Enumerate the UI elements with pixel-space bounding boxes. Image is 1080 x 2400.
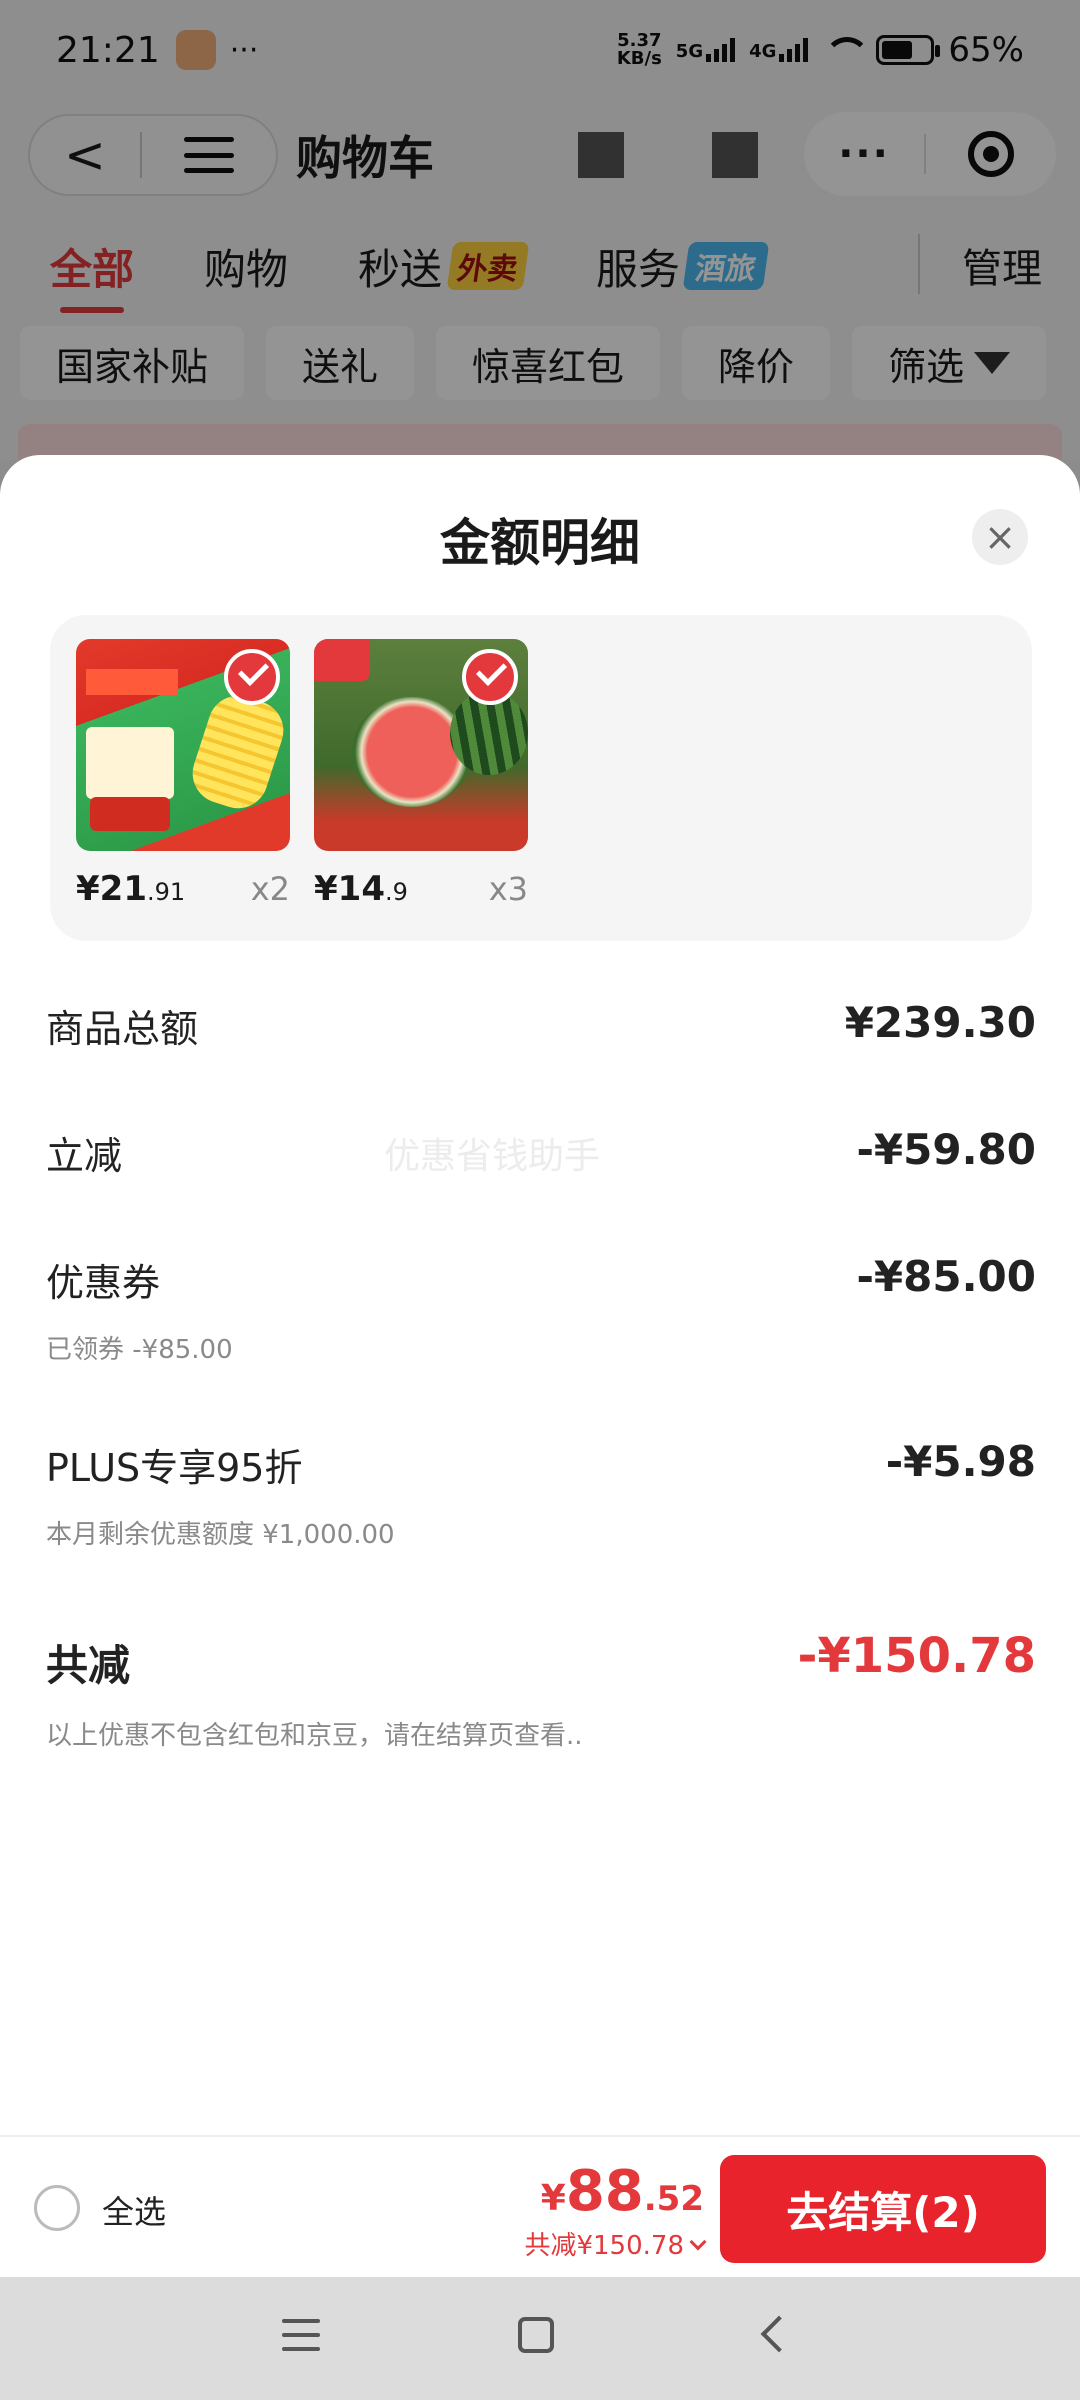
back-nav-icon[interactable] (760, 2315, 798, 2353)
goods-qty: x3 (488, 870, 528, 908)
select-all-radio[interactable] (34, 2185, 80, 2231)
goods-list: ¥21.91 x2 ¥14.9 x3 (50, 615, 1032, 941)
subtotal-row: 商品总额 ¥239.30 (46, 998, 1036, 1051)
subtotal-value: ¥239.30 (844, 998, 1036, 1047)
close-icon: × (984, 515, 1016, 559)
goods-item[interactable]: ¥14.9 x3 (314, 639, 528, 909)
total-discount-row: 共减 -¥150.78 以上优惠不包含红包和京豆，请在结算页查看.. (46, 1628, 1036, 1751)
close-button[interactable]: × (972, 509, 1028, 565)
total-sub: 以上优惠不包含红包和京豆，请在结算页查看.. (46, 1721, 583, 1751)
plus-discount-row: PLUS专享95折 -¥5.98 本月剩余优惠额度 ¥1,000.00 (46, 1437, 1036, 1550)
system-nav-bar (0, 2277, 1080, 2400)
goods-qty: x2 (250, 870, 290, 908)
watermelon-product-image (314, 639, 528, 851)
recent-apps-icon[interactable] (282, 2319, 320, 2351)
sheet-title: 金额明细 (440, 514, 640, 572)
watermark: 优惠省钱助手 (384, 1136, 601, 1177)
goods-item[interactable]: ¥21.91 x2 (76, 639, 290, 909)
chevron-down-icon (689, 2233, 707, 2251)
plus-sub: 本月剩余优惠额度 ¥1,000.00 (46, 1520, 395, 1550)
reduce-summary[interactable]: 共减¥150.78 (524, 2225, 707, 2262)
coupon-value: -¥85.00 (856, 1252, 1036, 1301)
amount-detail-sheet: 金额明细 × ¥21.91 x2 ¥14.9 x3 商品总额 ¥239.30 立… (0, 455, 1080, 2135)
total-amount: ¥88.52 (540, 2159, 704, 2224)
coupon-sub: 已领券 -¥85.00 (46, 1335, 233, 1365)
home-icon[interactable] (518, 2317, 554, 2353)
coupon-row: 优惠券 -¥85.00 已领券 -¥85.00 (46, 1252, 1036, 1365)
check-icon[interactable] (224, 649, 280, 705)
total-discount-value: -¥150.78 (797, 1628, 1036, 1684)
check-icon[interactable] (462, 649, 518, 705)
select-all-label[interactable]: 全选 (102, 2187, 166, 2233)
corn-product-image (76, 639, 290, 851)
checkout-bar: 全选 ¥88.52 共减¥150.78 去结算(2) (0, 2135, 1080, 2277)
instant-discount-value: -¥59.80 (856, 1125, 1036, 1174)
goods-price: ¥14.9 (314, 869, 408, 909)
goods-price: ¥21.91 (76, 869, 186, 909)
plus-discount-value: -¥5.98 (885, 1437, 1036, 1486)
checkout-button[interactable]: 去结算(2) (720, 2155, 1046, 2263)
